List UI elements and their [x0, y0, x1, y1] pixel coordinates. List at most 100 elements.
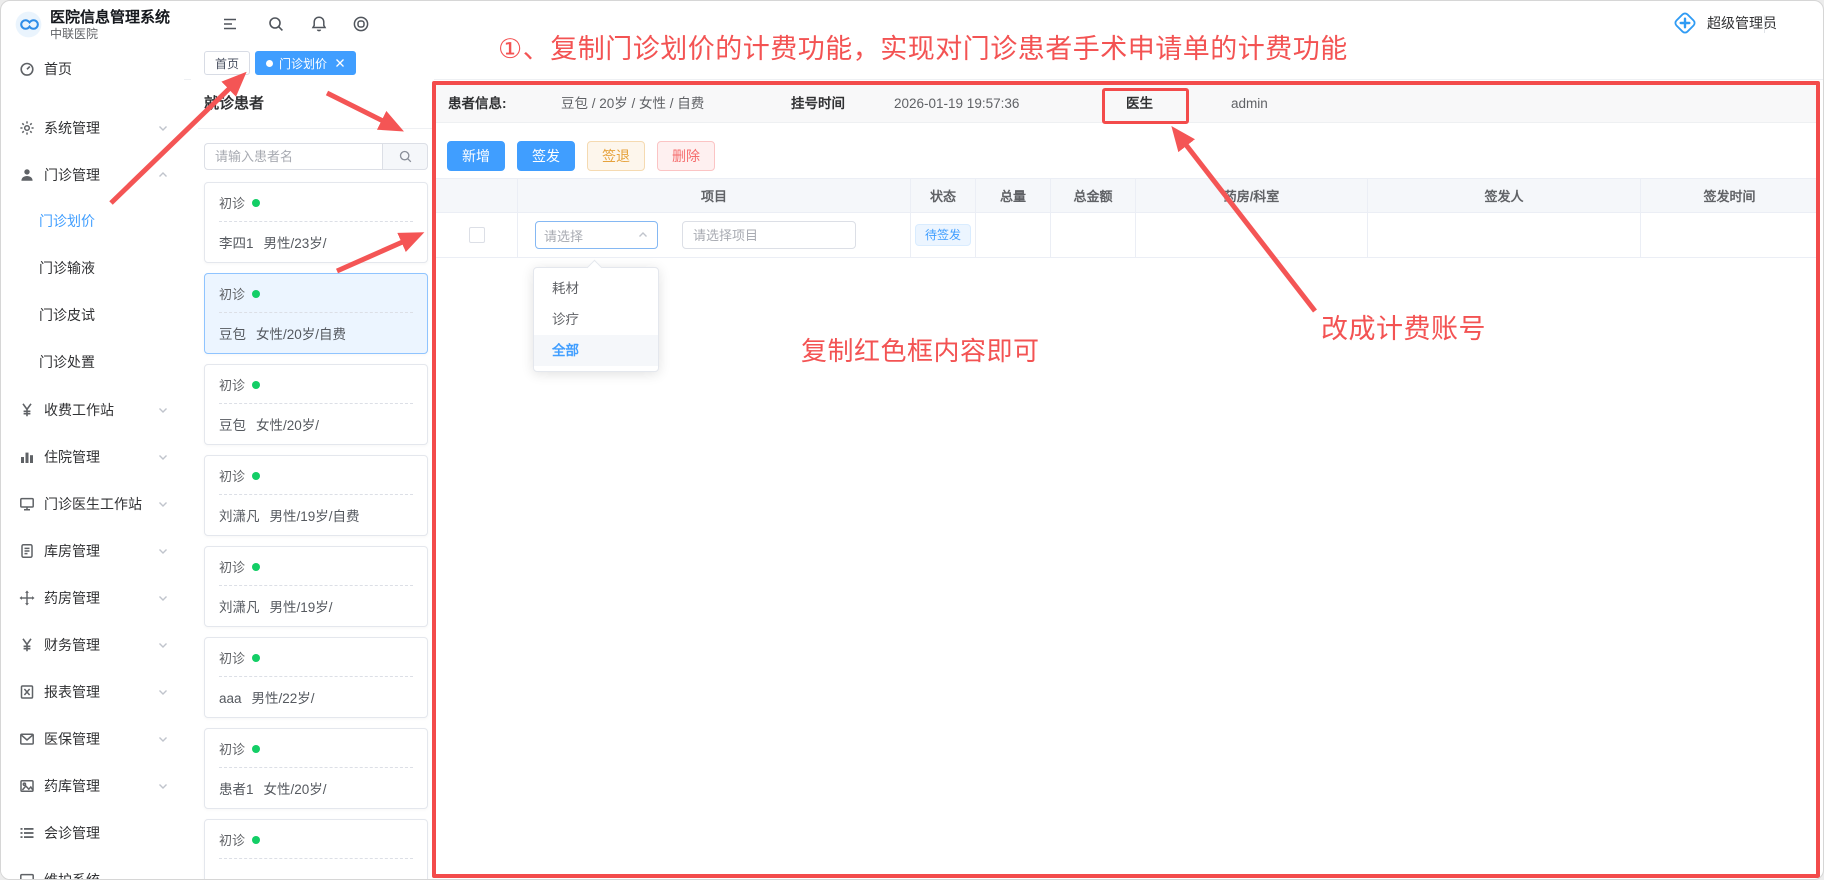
user-account[interactable]: 超级管理员 — [1672, 10, 1777, 36]
sidebar-item-财务管理[interactable]: 财务管理 — [1, 621, 179, 668]
patient-search-input[interactable] — [204, 143, 382, 170]
column-header-签发人: 签发人 — [1368, 179, 1641, 212]
chevron-down-icon — [157, 780, 169, 792]
card-divider — [219, 403, 413, 404]
sidebar-item-报表管理[interactable]: 报表管理 — [1, 668, 179, 715]
billing-table: 项目状态总量总金额药房/科室签发人签发时间 请选择 待签发 — [436, 178, 1818, 258]
card-divider — [219, 312, 413, 313]
签退-button[interactable]: 签退 — [587, 141, 645, 171]
chevron-up-icon — [637, 229, 649, 241]
close-icon[interactable] — [335, 58, 345, 68]
status-dot-icon — [252, 199, 260, 207]
patient-info: 男性/19岁/ — [270, 600, 333, 615]
visit-type-badge: 初诊 — [219, 466, 245, 485]
item-type-select[interactable]: 请选择 — [535, 221, 658, 249]
新增-button[interactable]: 新增 — [447, 141, 505, 171]
patient-card[interactable]: 初诊 — [204, 819, 428, 880]
card-divider — [219, 767, 413, 768]
chevron-down-icon — [157, 639, 169, 651]
sidebar-item-医保管理[interactable]: 医保管理 — [1, 715, 179, 762]
chevron-up-icon — [157, 169, 169, 181]
patient-search — [204, 143, 428, 170]
patient-info: 女性/20岁/自费 — [256, 327, 346, 342]
patient-card[interactable]: 初诊刘潇凡男性/19岁/自费 — [204, 455, 428, 536]
patient-card[interactable]: 初诊豆包女性/20岁/ — [204, 364, 428, 445]
chevron-down-icon — [157, 686, 169, 698]
patient-card[interactable]: 初诊刘潇凡男性/19岁/ — [204, 546, 428, 627]
brand: 医院信息管理系统 中联医院 — [15, 9, 170, 42]
sidebar-item-门诊管理[interactable]: 门诊管理 — [1, 151, 179, 198]
patient-search-button[interactable] — [382, 143, 428, 170]
dropdown-option-耗材[interactable]: 耗材 — [534, 273, 658, 304]
image-icon — [19, 778, 35, 794]
patient-card[interactable]: 初诊患者1女性/20岁/ — [204, 728, 428, 809]
row-checkbox[interactable] — [469, 227, 485, 243]
status-dot-icon — [252, 745, 260, 753]
sidebar-subitem-门诊处置[interactable]: 门诊处置 — [1, 339, 179, 386]
sidebar-subitem-门诊输液[interactable]: 门诊输液 — [1, 245, 179, 292]
chevron-down-icon — [157, 545, 169, 557]
annotation-copy-note: 复制红色框内容即可 — [801, 331, 1040, 368]
visit-type-badge: 初诊 — [219, 557, 245, 576]
sidebar-item-系统管理[interactable]: 系统管理 — [1, 104, 179, 151]
card-divider — [219, 676, 413, 677]
yen-icon — [19, 637, 35, 653]
yen-icon — [19, 402, 35, 418]
sidebar-item-会诊管理[interactable]: 会诊管理 — [1, 809, 179, 856]
patient-info: 男性/23岁/ — [264, 236, 327, 251]
签发-button[interactable]: 签发 — [517, 141, 575, 171]
patient-info: 女性/20岁/ — [256, 418, 319, 433]
visit-type-badge: 初诊 — [219, 830, 245, 849]
theme-icon[interactable] — [352, 15, 370, 33]
column-header-签发时间: 签发时间 — [1641, 179, 1818, 212]
sidebar-item-门诊医生工作站[interactable]: 门诊医生工作站 — [1, 480, 179, 527]
sidebar-item-药房管理[interactable]: 药房管理 — [1, 574, 179, 621]
sidebar-subitem-门诊皮试[interactable]: 门诊皮试 — [1, 292, 179, 339]
doc-icon — [19, 543, 35, 559]
sidebar-item-维护系统[interactable]: 维护系统 — [1, 856, 179, 879]
annotation-step-title: ①、复制门诊划价的计费功能，实现对门诊患者手术申请单的计费功能 — [498, 27, 1348, 66]
action-toolbar: 新增签发签退删除 — [447, 141, 715, 171]
monitor-icon — [19, 872, 35, 880]
sidebar-item-首页[interactable]: 首页 — [1, 45, 179, 92]
gear-icon — [19, 120, 35, 136]
status-dot-icon — [252, 381, 260, 389]
card-divider — [219, 858, 413, 859]
menu-fold-icon[interactable] — [221, 15, 239, 33]
patient-name: 刘潇凡 — [219, 509, 260, 524]
column-header-总金额: 总金额 — [1051, 179, 1136, 212]
删除-button[interactable]: 删除 — [657, 141, 715, 171]
item-name-input[interactable] — [682, 221, 856, 249]
patient-info-label: 患者信息: — [448, 84, 507, 123]
patient-panel-title: 就诊患者 — [198, 79, 434, 129]
card-divider — [219, 585, 413, 586]
visit-type-badge: 初诊 — [219, 375, 245, 394]
patient-card[interactable]: 初诊李四1男性/23岁/ — [204, 182, 428, 263]
status-badge: 待签发 — [915, 224, 971, 246]
sidebar-subitem-门诊划价[interactable]: 门诊划价 — [1, 198, 179, 245]
visit-type-badge: 初诊 — [219, 193, 245, 212]
tab-home[interactable]: 首页 — [204, 51, 250, 75]
bell-icon[interactable] — [310, 15, 328, 33]
dropdown-option-全部[interactable]: 全部 — [534, 335, 658, 366]
patient-info: 女性/20岁/ — [264, 782, 327, 797]
dropdown-option-诊疗[interactable]: 诊疗 — [534, 304, 658, 335]
doctor-label: 医生 — [1126, 84, 1153, 123]
card-divider — [219, 494, 413, 495]
sidebar-item-住院管理[interactable]: 住院管理 — [1, 433, 179, 480]
sidebar-menu: 首页系统管理门诊管理门诊划价门诊输液门诊皮试门诊处置收费工作站住院管理门诊医生工… — [1, 45, 179, 879]
medical-cross-icon — [1672, 10, 1698, 36]
sidebar-item-库房管理[interactable]: 库房管理 — [1, 527, 179, 574]
tab-outpatient-pricing[interactable]: 门诊划价 — [255, 51, 356, 75]
chevron-down-icon — [157, 733, 169, 745]
patient-card[interactable]: 初诊豆包女性/20岁/自费 — [204, 273, 428, 354]
patient-name: 豆包 — [219, 418, 246, 433]
patient-name: 患者1 — [219, 782, 254, 797]
search-icon[interactable] — [267, 15, 285, 33]
sidebar-item-药库管理[interactable]: 药库管理 — [1, 762, 179, 809]
excel-icon — [19, 684, 35, 700]
sidebar-item-收费工作站[interactable]: 收费工作站 — [1, 386, 179, 433]
patient-card[interactable]: 初诊aaa男性/22岁/ — [204, 637, 428, 718]
dashboard-icon — [19, 61, 35, 77]
chevron-down-icon — [157, 404, 169, 416]
